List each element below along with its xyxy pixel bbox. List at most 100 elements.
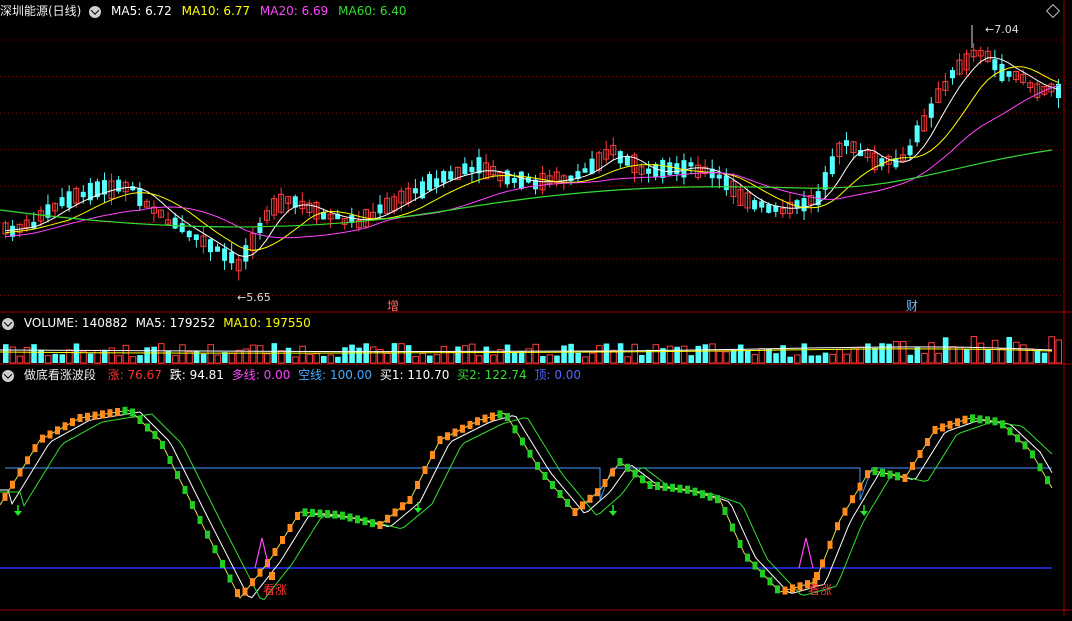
candle-body bbox=[257, 222, 263, 234]
volume-bar bbox=[596, 345, 603, 364]
oscillator-bar bbox=[895, 472, 900, 481]
oscillator-bar bbox=[325, 510, 330, 519]
volume-bar bbox=[278, 350, 285, 364]
oscillator-bar bbox=[992, 417, 998, 426]
chevron-down-icon[interactable] bbox=[2, 369, 14, 382]
oscillator-bar bbox=[512, 425, 518, 434]
candle-body bbox=[992, 59, 998, 71]
oscillator-bar bbox=[317, 509, 323, 518]
candle-body bbox=[518, 171, 524, 189]
volume-bar bbox=[766, 348, 772, 363]
volume-bar bbox=[412, 356, 419, 364]
volume-bar bbox=[73, 343, 80, 363]
oscillator-bar bbox=[362, 517, 368, 526]
candle-body bbox=[137, 188, 143, 206]
volume-bar bbox=[335, 356, 341, 363]
price-header: 深圳能源(日线) MA5: 6.72 MA10: 6.77 MA20: 6.69… bbox=[0, 2, 413, 20]
candle-body bbox=[822, 172, 828, 190]
volume-bar bbox=[327, 354, 335, 364]
candle-body bbox=[949, 70, 955, 79]
fall-label: 跌: 94.81 bbox=[169, 368, 224, 382]
volume-bar bbox=[928, 342, 935, 364]
chart-canvas[interactable]: ←7.04 ←5.65 增 财看涨 看涨 bbox=[0, 0, 1072, 617]
oscillator-bar bbox=[1037, 463, 1043, 472]
volume-bar bbox=[193, 350, 200, 363]
oscillator-bar bbox=[77, 414, 83, 422]
oscillator-bar bbox=[610, 468, 615, 477]
chevron-down-icon[interactable] bbox=[89, 5, 102, 18]
candle-body bbox=[716, 174, 722, 179]
oscillator-bar bbox=[1015, 434, 1020, 443]
buy-signal-label: 看涨 bbox=[808, 582, 832, 597]
volume-bar bbox=[546, 354, 554, 364]
candle-body bbox=[243, 245, 249, 262]
oscillator-bar bbox=[587, 494, 593, 503]
oscillator-bar bbox=[280, 536, 285, 544]
oscillator-bar bbox=[790, 584, 795, 593]
candle-body bbox=[914, 125, 920, 143]
volume-bar bbox=[52, 353, 59, 363]
candle-body bbox=[441, 171, 447, 183]
volume-bar bbox=[709, 343, 716, 364]
volume-bar bbox=[688, 355, 695, 363]
oscillator-bar bbox=[700, 490, 705, 499]
oscillator-bar bbox=[32, 444, 38, 453]
oscillator-bar bbox=[257, 568, 263, 577]
volume-bar bbox=[299, 345, 306, 364]
volume-bar bbox=[101, 349, 108, 363]
candle-body bbox=[186, 230, 192, 238]
oscillator-bar bbox=[527, 449, 533, 458]
volume-bar bbox=[935, 352, 942, 364]
candle-body bbox=[928, 103, 934, 118]
volume-bar bbox=[349, 344, 355, 363]
volume-bar bbox=[9, 346, 17, 364]
volume-bar bbox=[87, 353, 94, 363]
oscillator-bar bbox=[497, 410, 503, 419]
oscillator-bar bbox=[1022, 441, 1028, 450]
volume-bar bbox=[427, 355, 433, 363]
oscillator-bar bbox=[835, 522, 840, 531]
volume-bar bbox=[603, 343, 610, 363]
volume-bar bbox=[1034, 350, 1041, 363]
short-line-label: 空线: 100.00 bbox=[298, 368, 373, 382]
oscillator-bar bbox=[197, 516, 203, 524]
oscillator-bar bbox=[565, 499, 570, 507]
oscillator-bar bbox=[955, 418, 960, 427]
chevron-down-icon[interactable] bbox=[2, 317, 14, 330]
volume-bar bbox=[1027, 348, 1034, 364]
volume-bar bbox=[850, 348, 858, 364]
candle-body bbox=[766, 204, 772, 213]
oscillator-bar bbox=[40, 434, 45, 443]
candle-body bbox=[829, 156, 835, 175]
low-price-label: ←5.65 bbox=[237, 291, 271, 304]
oscillator-bar bbox=[962, 415, 968, 424]
volume-bar bbox=[568, 343, 574, 363]
oscillator-bar bbox=[250, 578, 255, 587]
volume-bar bbox=[504, 344, 511, 363]
oscillator-bar bbox=[160, 441, 165, 449]
oscillator-bar bbox=[505, 413, 510, 422]
oscillator-bar bbox=[422, 466, 428, 474]
oscillator-bar bbox=[520, 437, 525, 446]
volume-bar bbox=[207, 344, 215, 364]
candle-body bbox=[448, 171, 454, 180]
volume-bar bbox=[179, 344, 186, 364]
candle-body bbox=[511, 178, 517, 183]
volume-bar bbox=[991, 339, 999, 364]
volume-bar bbox=[475, 355, 483, 364]
volume-bar bbox=[702, 344, 709, 363]
oscillator-bar bbox=[340, 511, 345, 520]
candle-body bbox=[999, 63, 1005, 82]
oscillator-bar bbox=[92, 411, 98, 420]
oscillator-bar bbox=[205, 530, 210, 539]
volume-label: VOLUME: 140882 bbox=[23, 316, 128, 330]
high-price-label: ←7.04 bbox=[985, 23, 1019, 36]
candle-body bbox=[377, 204, 383, 214]
oscillator-bar bbox=[572, 508, 578, 516]
candle-body bbox=[59, 197, 65, 207]
volume-bar bbox=[285, 347, 292, 363]
oscillator-bar bbox=[857, 482, 863, 491]
oscillator-bar bbox=[640, 475, 645, 484]
volume-bar bbox=[31, 344, 37, 363]
oscillator-bar bbox=[550, 481, 555, 489]
